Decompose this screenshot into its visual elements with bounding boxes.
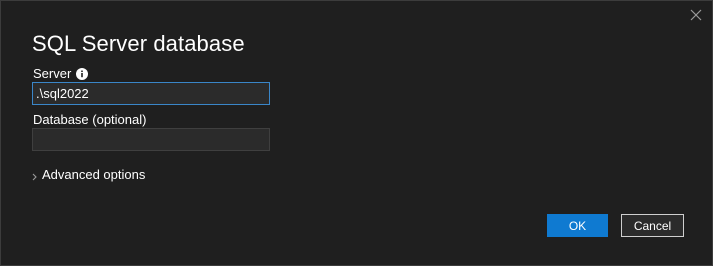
dialog-title: SQL Server database xyxy=(32,31,245,56)
cancel-button[interactable]: Cancel xyxy=(621,214,684,237)
ok-button[interactable]: OK xyxy=(547,214,608,237)
info-icon[interactable] xyxy=(76,67,89,80)
server-label: Server xyxy=(33,66,72,81)
database-label: Database (optional) xyxy=(33,112,147,127)
database-input[interactable] xyxy=(32,128,270,151)
server-label-row: Server xyxy=(33,66,89,81)
advanced-options-toggle[interactable]: Advanced options xyxy=(31,167,145,182)
server-input[interactable] xyxy=(32,82,270,105)
sql-server-database-dialog: SQL Server database Server Database (opt… xyxy=(0,0,713,266)
close-icon[interactable] xyxy=(688,7,704,23)
advanced-options-label: Advanced options xyxy=(42,167,146,182)
chevron-right-icon xyxy=(31,170,39,180)
